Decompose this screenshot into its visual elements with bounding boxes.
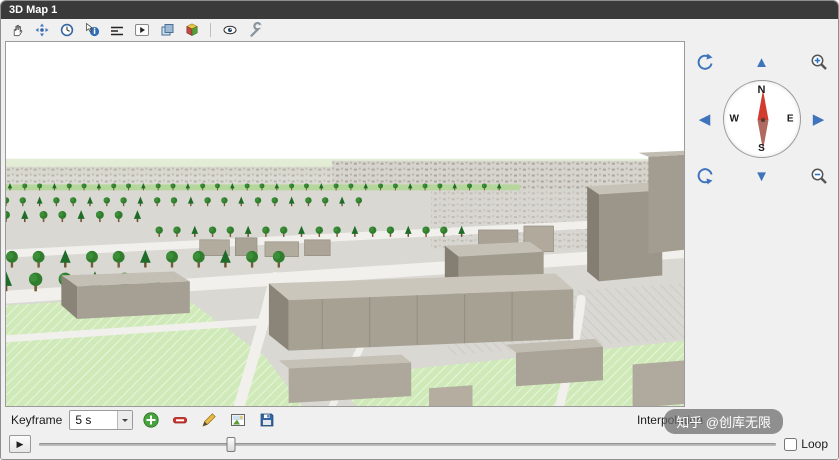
save-animation-button[interactable] <box>256 409 278 431</box>
save-animation-icon <box>258 411 276 429</box>
play-button[interactable]: ▶ <box>9 435 31 453</box>
main-area: ▲ ◀ N E S W ▶ ▼ <box>1 41 838 407</box>
camera-view-icon <box>222 22 238 38</box>
play-icon: ▶ <box>17 439 24 450</box>
loop-control: Loop <box>784 437 828 451</box>
animation-clock-icon <box>59 22 75 38</box>
compass[interactable]: N E S W <box>723 80 801 158</box>
tilt-down-icon[interactable] <box>695 166 715 186</box>
configure-icon <box>247 22 263 38</box>
measure-line-button[interactable] <box>106 20 127 40</box>
move-left-arrow[interactable]: ◀ <box>699 112 711 127</box>
pan-tool-icon <box>9 22 25 38</box>
duplicate-view-icon <box>159 22 175 38</box>
tilt-up-icon[interactable] <box>695 52 715 72</box>
identify-icon <box>84 22 100 38</box>
pan-tool-button[interactable] <box>6 20 27 40</box>
move-up-arrow[interactable]: ▲ <box>754 55 769 70</box>
zoom-out-icon[interactable] <box>809 166 829 186</box>
identify-button[interactable] <box>81 20 102 40</box>
add-keyframe-button[interactable] <box>140 409 162 431</box>
play-animation-button[interactable] <box>131 20 152 40</box>
loop-label: Loop <box>801 437 828 451</box>
timeline-slider-track[interactable] <box>39 443 776 446</box>
3d-viewport[interactable] <box>5 41 685 407</box>
export-frames-icon <box>229 411 247 429</box>
camera-rotation-button[interactable] <box>31 20 52 40</box>
keyframe-duration-combobox[interactable]: 5 s <box>69 410 133 430</box>
window-title: 3D Map 1 <box>9 4 57 16</box>
move-down-arrow[interactable]: ▼ <box>754 169 769 184</box>
combobox-dropdown-arrow[interactable] <box>117 411 132 429</box>
configure-button[interactable] <box>244 20 265 40</box>
timeline-slider[interactable] <box>39 436 776 453</box>
camera-rotation-icon <box>34 22 50 38</box>
remove-keyframe-icon <box>171 411 189 429</box>
keyframe-duration-value: 5 s <box>70 413 117 427</box>
keyframe-bar: Keyframe 5 s Interpolation 知乎 @创库无限 <box>1 407 838 433</box>
compass-west-label: W <box>730 114 739 125</box>
toolbar <box>1 19 838 41</box>
duplicate-view-button[interactable] <box>156 20 177 40</box>
playback-bar: ▶ Loop <box>1 433 838 459</box>
compass-east-label: E <box>787 114 794 125</box>
navigation-panel: ▲ ◀ N E S W ▶ ▼ <box>685 41 838 407</box>
navigation-grid: ▲ ◀ N E S W ▶ ▼ <box>689 46 835 192</box>
zoom-in-icon[interactable] <box>809 52 829 72</box>
edit-keyframe-button[interactable] <box>198 409 220 431</box>
move-right-arrow[interactable]: ▶ <box>813 112 825 127</box>
watermark: 知乎 @创库无限 <box>664 409 783 434</box>
measure-line-icon <box>109 22 125 38</box>
loop-checkbox[interactable] <box>784 438 797 451</box>
play-animation-icon <box>134 22 150 38</box>
add-keyframe-icon <box>142 411 160 429</box>
animation-clock-button[interactable] <box>56 20 77 40</box>
compass-south-label: S <box>758 143 765 154</box>
export-3d-button[interactable] <box>181 20 202 40</box>
timeline-slider-handle[interactable] <box>226 437 235 452</box>
keyframe-label: Keyframe <box>11 413 62 427</box>
camera-view-button[interactable] <box>219 20 240 40</box>
export-3d-icon <box>184 22 200 38</box>
export-frames-button[interactable] <box>227 409 249 431</box>
edit-keyframe-icon <box>200 411 218 429</box>
toolbar-separator <box>210 23 211 37</box>
titlebar[interactable]: 3D Map 1 <box>1 1 838 19</box>
compass-north-label: N <box>758 84 766 96</box>
3d-scene <box>6 42 684 406</box>
3d-map-window: 3D Map 1 <box>0 0 839 460</box>
remove-keyframe-button[interactable] <box>169 409 191 431</box>
